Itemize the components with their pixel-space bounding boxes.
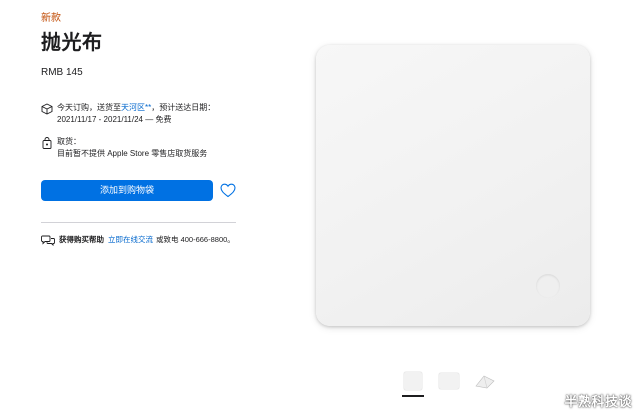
help-phone: 或致电 400-666-8800。 — [156, 235, 235, 244]
box-icon — [41, 103, 53, 115]
watermark-text: 半熟科技谈 — [564, 394, 632, 409]
thumbnail-front[interactable] — [400, 368, 426, 397]
section-divider — [41, 222, 236, 223]
product-page: 新款 抛光布 RMB 145 今天订购，送货至天河区**，预计送达日期： 202… — [0, 0, 640, 414]
pickup-status: 目前暂不提供 Apple Store 零售店取货服务 — [57, 149, 208, 158]
add-to-bag-row: 添加到购物袋 — [41, 180, 237, 201]
new-badge: 新款 — [41, 13, 61, 24]
pickup-label: 取货： — [57, 137, 81, 146]
gallery-thumbnails — [400, 368, 508, 397]
delivery-location-link[interactable]: 天河区** — [121, 103, 151, 112]
store-bag-icon — [41, 137, 53, 149]
thumbnail-folded[interactable] — [472, 368, 498, 394]
thumbnail-flat-image — [439, 373, 459, 389]
thumbnail-front-image — [404, 372, 422, 390]
help-label: 获得购买帮助 — [59, 235, 104, 244]
add-to-bag-button[interactable]: 添加到购物袋 — [41, 180, 213, 201]
purchase-help: 获得购买帮助 立即在线交流 或致电 400-666-8800。 — [41, 234, 235, 246]
delivery-info: 今天订购，送货至天河区**，预计送达日期： 2021/11/17 - 2021/… — [41, 102, 241, 126]
thumbnail-folded-image — [475, 375, 495, 389]
apple-logo-emboss — [536, 274, 560, 298]
product-title: 抛光布 — [41, 32, 103, 54]
chat-icon — [41, 235, 55, 246]
product-price: RMB 145 — [41, 67, 83, 78]
live-chat-link[interactable]: 立即在线交流 — [108, 234, 153, 246]
delivery-prefix: 今天订购，送货至 — [57, 103, 121, 112]
heart-icon — [220, 183, 236, 198]
thumbnail-flat[interactable] — [436, 368, 462, 394]
delivery-dates: 2021/11/17 - 2021/11/24 — 免费 — [57, 115, 172, 124]
favorite-button[interactable] — [219, 182, 237, 200]
product-image-polishing-cloth — [316, 45, 590, 326]
delivery-suffix: ，预计送达日期： — [151, 103, 216, 112]
pickup-info: 取货： 目前暂不提供 Apple Store 零售店取货服务 — [41, 136, 241, 160]
product-info-panel: 新款 抛光布 RMB 145 今天订购，送货至天河区**，预计送达日期： 202… — [41, 12, 241, 160]
